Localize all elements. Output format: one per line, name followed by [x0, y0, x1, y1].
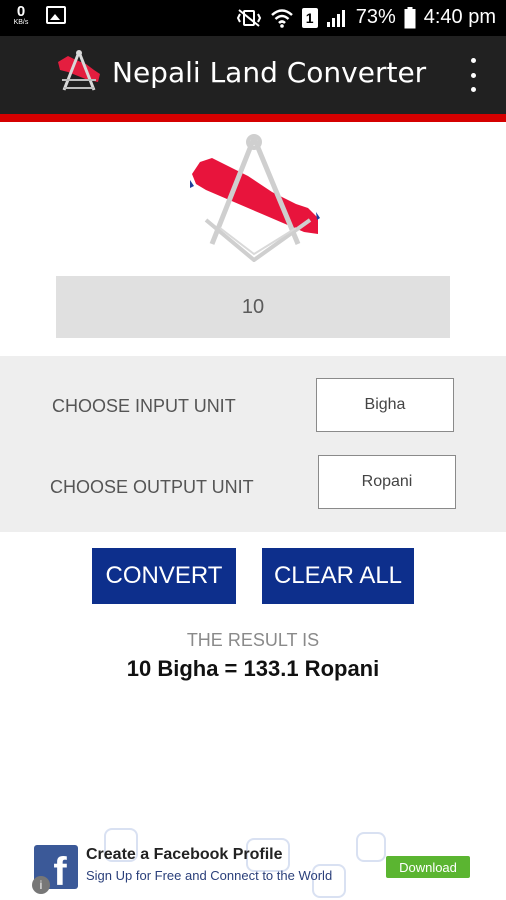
result-label: THE RESULT IS — [186, 630, 320, 650]
ad-info-icon[interactable]: i — [32, 876, 50, 894]
network-speed-indicator: 0 KB/s — [10, 4, 32, 26]
ad-info-icon-glyph: i — [39, 878, 43, 892]
quantity-input[interactable]: 10 — [56, 276, 450, 338]
wifi-icon — [270, 8, 293, 28]
input-unit-label: CHOOSE INPUT UNIT — [52, 396, 236, 416]
sim-number: 1 — [305, 9, 314, 26]
convert-button[interactable]: CONVERT — [92, 548, 236, 604]
ad-background-decoration — [356, 832, 386, 862]
output-unit-select[interactable]: Ropani — [318, 455, 456, 509]
app-logo-icon — [58, 50, 100, 91]
signal-strength-icon — [326, 9, 345, 27]
facebook-logo-letter: f — [53, 850, 67, 889]
app-bar-accent-stripe — [0, 114, 506, 122]
nepal-map-compass-logo — [190, 134, 320, 262]
app-title: Nepali Land Converter — [112, 56, 427, 89]
status-bar: 0 KB/s 1 73% 4:40 pm — [0, 0, 506, 36]
ad-subtitle: Sign Up for Free and Connect to the Worl… — [86, 868, 333, 883]
ad-title: Create a Facebook Profile — [86, 846, 283, 863]
battery-percent: 73% — [355, 6, 396, 28]
image-notification-icon — [46, 6, 66, 24]
clear-all-button[interactable]: CLEAR ALL — [262, 548, 414, 604]
input-unit-select[interactable]: Bigha — [316, 378, 454, 432]
network-speed-unit: KB/s — [13, 19, 29, 26]
sim-card-icon: 1 — [301, 7, 318, 28]
output-unit-label: CHOOSE OUTPUT UNIT — [50, 477, 254, 497]
ad-download-button[interactable]: Download — [386, 856, 470, 878]
network-speed-value: 0 — [16, 3, 26, 20]
overflow-menu-icon[interactable] — [462, 58, 484, 92]
clock-time: 4:40 pm — [423, 6, 496, 28]
vibrate-mute-icon — [236, 8, 261, 27]
battery-icon — [404, 6, 416, 28]
result-value: 10 Bigha = 133.1 Ropani — [126, 656, 380, 681]
